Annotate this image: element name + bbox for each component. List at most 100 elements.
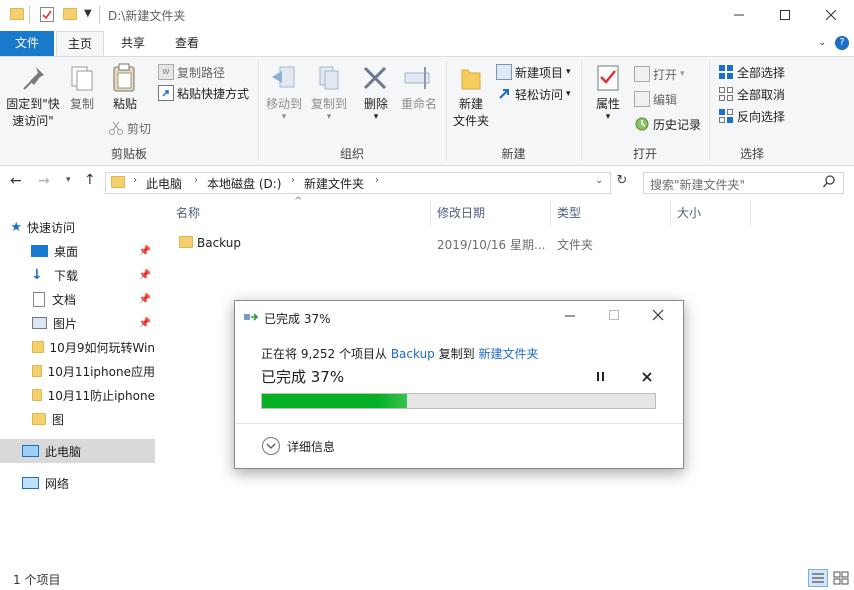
tab-file[interactable]: 文件 [0,31,54,56]
properties-button[interactable]: 属性 ▾ [588,61,628,141]
refresh-icon[interactable]: ↻ [613,173,631,193]
edit-button[interactable]: 编辑 [634,89,677,109]
details-view-icon[interactable] [808,569,828,587]
forward-arrow-icon[interactable]: → [38,173,50,189]
cancel-icon[interactable] [637,367,657,387]
minimize-button[interactable] [716,0,762,30]
breadcrumb-this-pc[interactable]: 此电脑 [146,175,182,192]
select-all-button[interactable]: 全部选择 [718,62,785,82]
new-item-label: 新建项目 [515,65,564,80]
nav-item-label: 图片 [53,316,78,331]
chevron-right-icon[interactable]: › [133,175,137,186]
new-folder-quick-icon[interactable] [63,8,77,20]
column-header-type[interactable]: 类型 [551,200,671,226]
chevron-right-icon[interactable]: › [375,175,379,186]
address-history-dropdown-icon[interactable]: ⌄ [595,175,603,186]
divider [99,6,100,24]
tab-share[interactable]: 共享 [108,31,158,56]
network-icon [22,477,39,489]
rename-button[interactable]: 重命名 [396,61,442,141]
close-button[interactable] [808,0,854,30]
easy-access-dropdown-icon: ▾ [566,89,571,99]
new-folder-label-1: 新建 [458,97,483,111]
breadcrumb-folder[interactable]: 新建文件夹 [304,175,364,192]
nav-quick-access[interactable]: ★ 快速访问 [0,215,155,239]
nav-quick-access-label: 快速访问 [27,220,76,235]
properties-quick-icon[interactable] [40,7,54,22]
cut-button[interactable]: 剪切 [108,118,151,138]
ribbon-collapse-icon[interactable]: ⌄ [818,37,826,48]
nav-item-folder[interactable]: 图 [0,407,155,431]
maximize-button[interactable] [762,0,808,30]
nav-item-label: 10月11iphone应用 [47,364,155,379]
easy-access-button[interactable]: 轻松访问 ▾ [496,84,571,104]
properties-label: 属性 [595,97,620,111]
move-to-button[interactable]: 移动到 ▾ [262,61,306,141]
nav-item-pictures[interactable]: 图片 📌 [0,311,155,335]
nav-network[interactable]: 网络 [0,471,155,495]
back-arrow-icon[interactable]: ← [10,173,22,189]
select-group-label: 选择 [739,147,764,161]
source-link[interactable]: Backup [391,347,435,361]
copy-to-button[interactable]: 复制到 ▾ [306,61,352,141]
divider [235,423,683,424]
dialog-close-button[interactable] [645,304,671,328]
large-icons-view-icon[interactable] [832,569,850,587]
invert-selection-button[interactable]: 反向选择 [718,106,785,126]
column-header-name[interactable]: 名称 [170,200,431,226]
new-item-dropdown-icon: ▾ [566,67,571,77]
column-header-date[interactable]: 修改日期 [431,200,551,226]
copy-button[interactable]: 复制 [62,61,102,141]
new-item-button[interactable]: 新建项目 ▾ [496,62,571,82]
table-row[interactable]: Backup 2019/10/16 星期... 文件夹 [170,232,751,254]
invert-selection-icon [718,108,734,124]
customize-qat-icon[interactable]: ▼ [84,8,92,19]
tab-home[interactable]: 主页 [56,31,104,56]
divider [29,6,30,24]
delete-button[interactable]: 删除 ▾ [356,61,396,141]
nav-item-folder[interactable]: 10月11防止iphone [0,383,155,407]
dialog-maximize-button[interactable] [601,304,627,328]
history-button[interactable]: 历史记录 [634,114,701,134]
chevron-down-icon [261,436,281,456]
address-bar[interactable]: › 此电脑 › 本地磁盘 (D:) › 新建文件夹 › ⌄ [105,172,611,194]
up-arrow-icon[interactable]: ↑ [84,172,96,188]
row-name: Backup [197,236,241,250]
delete-dropdown-icon: ▾ [373,112,379,122]
nav-item-folder[interactable]: 10月9如何玩转Win [0,335,155,359]
help-icon[interactable]: ? [835,36,849,50]
folder-icon [32,413,46,425]
chevron-right-icon[interactable]: › [194,175,198,186]
nav-item-documents[interactable]: 文档 📌 [0,287,155,311]
paste-shortcut-button[interactable]: 粘贴快捷方式 [158,83,249,103]
dialog-title: 已完成 37% [264,312,331,326]
destination-link[interactable]: 新建文件夹 [478,347,538,361]
pin-quick-access-button[interactable]: 固定到"快 速访问" [4,61,62,141]
recent-locations-icon[interactable]: ▾ [66,175,71,185]
column-header-size[interactable]: 大小 [671,200,751,226]
nav-item-downloads[interactable]: ↓ 下载 📌 [0,263,155,287]
chevron-right-icon[interactable]: › [291,175,295,186]
ribbon: 固定到"快 速访问" 复制 粘贴 W 复制路径 粘贴快捷方式 剪切 剪贴板 移动… [0,57,854,166]
dialog-minimize-button[interactable] [557,304,583,328]
select-none-button[interactable]: 全部取消 [718,84,785,104]
nav-item-desktop[interactable]: 桌面 📌 [0,239,155,263]
new-folder-label-2: 文件夹 [452,114,489,128]
more-details-button[interactable]: 详细信息 [261,436,335,456]
new-item-icon [496,64,512,80]
new-folder-button[interactable]: 新建 文件夹 [450,61,492,141]
breadcrumb-drive[interactable]: 本地磁盘 (D:) [207,175,281,192]
copy-path-button[interactable]: W 复制路径 [158,62,225,82]
pin-icon: 📌 [138,269,151,281]
copy-to-label: 复制到 [310,97,347,111]
nav-this-pc[interactable]: 此电脑 [0,439,155,463]
search-icon[interactable] [822,174,836,190]
tab-view[interactable]: 查看 [161,31,213,56]
title-bar: ▼ D:\新建文件夹 [0,0,854,31]
delete-label: 删除 [363,97,388,111]
open-button[interactable]: 打开 ▾ [634,64,685,84]
pause-icon[interactable] [591,367,611,387]
search-box[interactable]: 搜索"新建文件夹" [643,172,844,194]
nav-item-folder[interactable]: 10月11iphone应用 [0,359,155,383]
folder-icon [10,8,24,20]
